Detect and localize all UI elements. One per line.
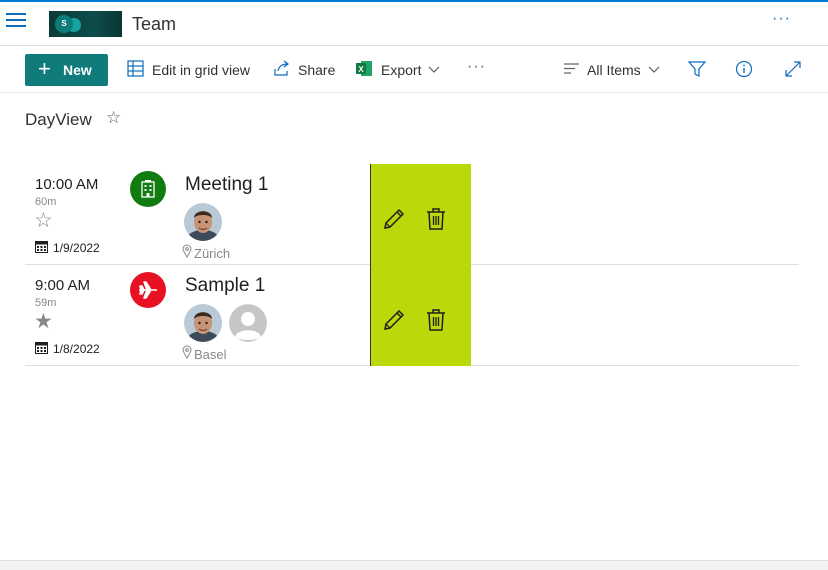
plus-icon: + [38, 56, 51, 81]
star-filled-icon[interactable]: ★ [34, 309, 53, 334]
edit-pencil-icon[interactable] [381, 206, 407, 232]
grid-icon [127, 60, 144, 77]
building-icon [130, 171, 166, 207]
share-icon [274, 60, 289, 76]
event-date-text: 1/8/2022 [53, 342, 100, 356]
bottom-bar [0, 560, 828, 570]
event-title[interactable]: Meeting 1 [185, 174, 268, 196]
chevron-down-icon [428, 66, 440, 73]
new-button-label: New [63, 62, 92, 78]
attendee-avatar[interactable] [184, 304, 222, 342]
event-date-text: 1/9/2022 [53, 241, 100, 255]
event-location-text: Zürich [194, 246, 231, 261]
edit-pencil-icon[interactable] [381, 307, 407, 333]
attendee-avatar[interactable] [184, 203, 222, 241]
event-duration: 59m [35, 297, 57, 309]
site-title[interactable]: Team [132, 14, 176, 35]
site-logo[interactable]: S [49, 11, 122, 37]
command-more-icon[interactable]: ··· [467, 58, 489, 78]
attendee-placeholder-avatar[interactable] [229, 304, 267, 342]
share-label: Share [298, 62, 336, 78]
svg-text:X: X [358, 65, 364, 74]
calendar-icon [35, 241, 48, 253]
row-actions-panel [370, 265, 471, 366]
new-button[interactable]: + New [25, 54, 108, 86]
hamburger-menu-icon[interactable] [6, 13, 28, 33]
excel-icon: X [356, 61, 372, 76]
event-duration: 60m [35, 196, 57, 208]
event-time: 9:00 AM [35, 277, 91, 294]
export-label: Export [381, 62, 422, 78]
map-pin-icon [182, 244, 192, 258]
share-button[interactable]: Share [273, 60, 337, 81]
chevron-down-icon [648, 66, 660, 73]
delete-trash-icon[interactable] [423, 206, 449, 232]
site-header: S Team ··· [0, 2, 828, 46]
view-lines-icon [564, 63, 579, 74]
filter-icon[interactable] [687, 60, 708, 80]
event-title[interactable]: Sample 1 [185, 275, 265, 297]
page-title-row: DayView ☆ [25, 108, 121, 132]
event-location-text: Basel [194, 347, 227, 362]
airplane-icon [130, 272, 166, 308]
page-title: DayView [25, 110, 92, 129]
view-selector[interactable]: All Items [563, 61, 663, 81]
expand-icon[interactable] [784, 60, 804, 80]
edit-grid-view-button[interactable]: Edit in grid view [127, 60, 257, 81]
map-pin-icon [182, 345, 192, 359]
view-label: All Items [587, 62, 641, 78]
event-time: 10:00 AM [35, 176, 99, 193]
star-outline-icon[interactable]: ☆ [34, 208, 53, 233]
more-options-icon[interactable]: ··· [772, 10, 791, 28]
command-bar: + New Edit in grid view Share X Export ·… [0, 47, 828, 93]
delete-trash-icon[interactable] [423, 307, 449, 333]
row-actions-panel [370, 164, 471, 265]
event-row[interactable]: 10:00 AM 60m ☆ 1/9/2022 Meeting 1 Zürich [25, 164, 799, 265]
favorite-star-icon[interactable]: ☆ [106, 108, 121, 128]
event-row[interactable]: 9:00 AM 59m ★ 1/8/2022 Sample 1 Basel [25, 265, 799, 366]
calendar-icon [35, 342, 48, 354]
info-icon[interactable] [735, 60, 755, 80]
edit-grid-view-label: Edit in grid view [152, 62, 251, 78]
export-button[interactable]: X Export [356, 61, 444, 81]
